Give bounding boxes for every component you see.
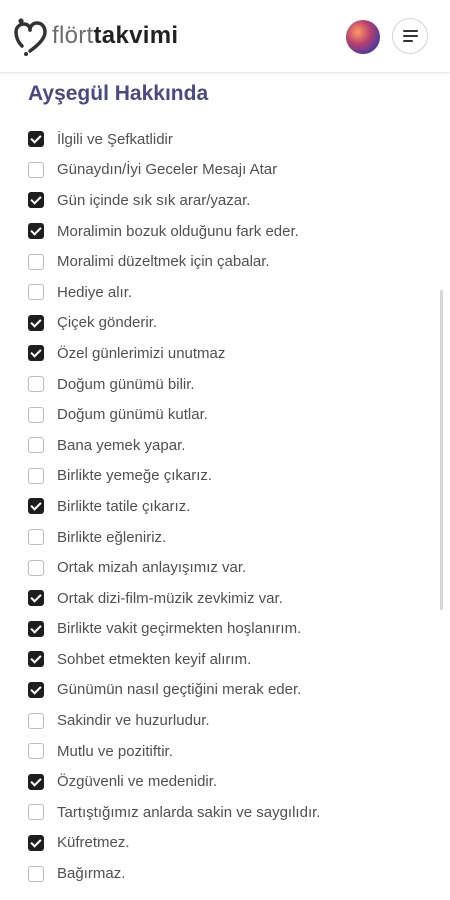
checklist-item-label: Günümün nasıl geçtiğini merak eder. <box>57 681 302 699</box>
checklist-item-label: Sakindir ve huzurludur. <box>57 712 210 730</box>
checklist-item-label: Ortak dizi-film-müzik zevkimiz var. <box>57 589 283 607</box>
checklist-item-label: Küfretmez. <box>57 834 130 852</box>
checklist-item-label: Hediye alır. <box>57 283 133 301</box>
section-title: Ayşegül Hakkında <box>28 82 209 105</box>
checklist-item[interactable]: Moralimi düzeltmek için çabalar. <box>28 246 320 277</box>
checklist-item[interactable]: Moralimin bozuk olduğunu fark eder. <box>28 216 320 247</box>
checklist-item[interactable]: Tartıştığımız anlarda sakin ve saygılıdı… <box>28 797 320 828</box>
checkbox[interactable] <box>28 834 44 851</box>
checklist-item[interactable]: Özgüvenli ve medenidir. <box>28 766 320 797</box>
logo-text-part2: takvimi <box>93 22 179 49</box>
checkbox[interactable] <box>28 804 44 821</box>
checklist-item-label: Moralimin bozuk olduğunu fark eder. <box>57 222 299 240</box>
checklist-item[interactable]: Ortak mizah anlayışımız var. <box>28 552 320 583</box>
checkbox[interactable] <box>28 314 44 331</box>
checklist-item[interactable]: Doğum günümü bilir. <box>28 369 320 400</box>
checklist-item-label: Sohbet etmekten keyif alırım. <box>57 650 252 668</box>
checkbox[interactable] <box>28 376 44 393</box>
checkbox[interactable] <box>28 223 44 240</box>
logo-text: flörttakvimi <box>52 16 178 56</box>
checklist-item[interactable]: Birlikte yemeğe çıkarız. <box>28 461 320 492</box>
checklist-item-label: Günaydın/İyi Geceler Mesajı Atar <box>57 161 278 179</box>
checklist-item[interactable]: Özel günlerimizi unutmaz <box>28 338 320 369</box>
checklist-item[interactable]: Küfretmez. <box>28 828 320 859</box>
checklist-item-label: Özel günlerimizi unutmaz <box>57 344 226 362</box>
checklist-item[interactable]: Sakindir ve huzurludur. <box>28 705 320 736</box>
checkbox[interactable] <box>28 773 44 790</box>
checklist-item-label: Birlikte eğleniriz. <box>57 528 167 546</box>
checkbox[interactable] <box>28 681 44 698</box>
checklist-item[interactable]: Birlikte vakit geçirmekten hoşlanırım. <box>28 614 320 645</box>
checklist-item[interactable]: İlgili ve Şefkatlidir <box>28 124 320 155</box>
checklist-item[interactable]: Bana yemek yapar. <box>28 430 320 461</box>
hamburger-menu-icon-line <box>403 35 418 37</box>
checklist-item-label: İlgili ve Şefkatlidir <box>57 130 173 148</box>
checkbox[interactable] <box>28 437 44 454</box>
checkbox[interactable] <box>28 131 44 148</box>
checklist-item-label: Doğum günümü kutlar. <box>57 406 208 424</box>
checkbox[interactable] <box>28 253 44 270</box>
checklist-item-label: Tartıştığımız anlarda sakin ve saygılıdı… <box>57 803 321 821</box>
checklist-item-label: Birlikte yemeğe çıkarız. <box>57 467 213 485</box>
logo-text-part1: flört <box>52 22 94 49</box>
checklist-item[interactable]: Günümün nasıl geçtiğini merak eder. <box>28 675 320 706</box>
checkbox[interactable] <box>28 406 44 423</box>
checklist-item-label: Bağırmaz. <box>57 865 126 883</box>
checklist: İlgili ve Şefkatlidir Günaydın/İyi Gecele… <box>28 124 320 889</box>
checklist-item-label: Birlikte tatile çıkarız. <box>57 497 191 515</box>
checkbox[interactable] <box>28 865 44 882</box>
scrollbar[interactable] <box>440 290 443 610</box>
checklist-item[interactable]: Sohbet etmekten keyif alırım. <box>28 644 320 675</box>
hamburger-menu-icon <box>403 30 418 32</box>
checkbox[interactable] <box>28 590 44 607</box>
checklist-item[interactable]: Hediye alır. <box>28 277 320 308</box>
checkbox[interactable] <box>28 529 44 546</box>
checklist-item-label: Gün içinde sık sık arar/yazar. <box>57 191 251 209</box>
hamburger-menu-icon-line <box>403 40 413 42</box>
checklist-item[interactable]: Doğum günümü kutlar. <box>28 399 320 430</box>
app-header: flörttakvimi <box>0 0 450 73</box>
menu-button[interactable] <box>392 18 428 54</box>
avatar[interactable] <box>346 20 380 54</box>
checklist-item-label: Doğum günümü bilir. <box>57 375 195 393</box>
checklist-item[interactable]: Ortak dizi-film-müzik zevkimiz var. <box>28 583 320 614</box>
checklist-item-label: Bana yemek yapar. <box>57 436 186 454</box>
checkbox[interactable] <box>28 284 44 301</box>
checkbox[interactable] <box>28 345 44 362</box>
app-logo[interactable]: flörttakvimi <box>12 16 178 56</box>
checklist-item-label: Mutlu ve pozitiftir. <box>57 742 173 760</box>
checklist-item[interactable]: Birlikte eğleniriz. <box>28 522 320 553</box>
checkbox[interactable] <box>28 559 44 576</box>
heart-logo-icon <box>14 18 47 56</box>
checkbox[interactable] <box>28 192 44 209</box>
checklist-item[interactable]: Çiçek gönderir. <box>28 308 320 339</box>
checklist-item[interactable]: Gün içinde sık sık arar/yazar. <box>28 185 320 216</box>
checklist-item-label: Özgüvenli ve medenidir. <box>57 773 218 791</box>
checkbox[interactable] <box>28 651 44 668</box>
checkbox[interactable] <box>28 743 44 760</box>
checklist-item[interactable]: Günaydın/İyi Geceler Mesajı Atar <box>28 155 320 186</box>
checklist-item-label: Ortak mizah anlayışımız var. <box>57 559 247 577</box>
checklist-item[interactable]: Mutlu ve pozitiftir. <box>28 736 320 767</box>
checklist-item[interactable]: Bağırmaz. <box>28 858 320 889</box>
checklist-item-label: Birlikte vakit geçirmekten hoşlanırım. <box>57 620 302 638</box>
checkbox[interactable] <box>28 161 44 178</box>
checkbox[interactable] <box>28 620 44 637</box>
checklist-item-label: Moralimi düzeltmek için çabalar. <box>57 253 270 271</box>
checkbox[interactable] <box>28 467 44 484</box>
checklist-item-label: Çiçek gönderir. <box>57 314 158 332</box>
checkbox[interactable] <box>28 712 44 729</box>
checklist-item[interactable]: Birlikte tatile çıkarız. <box>28 491 320 522</box>
checkbox[interactable] <box>28 498 44 515</box>
